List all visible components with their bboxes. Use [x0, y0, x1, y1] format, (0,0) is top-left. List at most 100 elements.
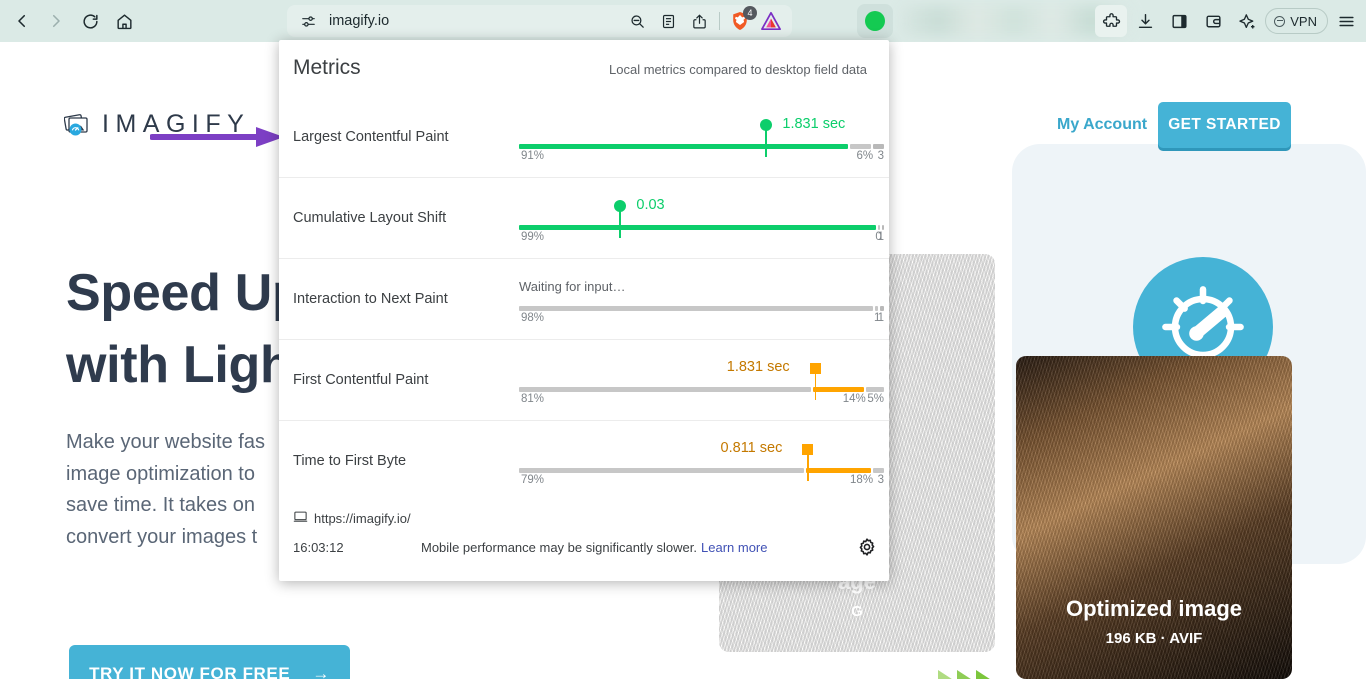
- original-image-meta: G: [851, 603, 863, 620]
- metric-track-segment: [519, 306, 873, 311]
- metric-distribution-chart: 79% 18% 3 0.811 sec: [519, 431, 889, 491]
- navigation-buttons: [0, 6, 336, 36]
- vpn-label: VPN: [1290, 13, 1317, 29]
- metric-percent-label: 91%: [521, 149, 545, 162]
- hamburger-menu-icon[interactable]: [1330, 5, 1362, 37]
- metric-marker-square: [802, 444, 814, 455]
- nav-item-my-account[interactable]: My Account: [1057, 116, 1147, 134]
- reader-mode-icon[interactable]: [653, 7, 683, 35]
- metric-percent-labels: 99% 0 1: [519, 231, 884, 245]
- transfer-arrows-icon: [936, 666, 998, 679]
- metric-value-text: 1.831 sec: [726, 359, 790, 375]
- optimized-image-card: Optimized image 196 KB · AVIF: [1016, 356, 1292, 679]
- metric-waiting-text: Waiting for input…: [519, 279, 626, 294]
- popup-footer: https://imagify.io/ 16:03:12 Mobile perf…: [279, 501, 889, 577]
- footer-url-text: https://imagify.io/: [314, 510, 411, 526]
- metric-label: Interaction to Next Paint: [293, 291, 448, 307]
- url-text[interactable]: imagify.io: [329, 13, 622, 29]
- metric-label: First Contentful Paint: [293, 372, 429, 388]
- metric-label: Time to First Byte: [293, 453, 407, 469]
- metrics-list: Largest Contentful Paint 91% 6% 3 1.831 sec C…: [279, 96, 889, 501]
- try-it-now-for-free-button[interactable]: TRY IT NOW FOR FREE →: [69, 645, 350, 679]
- learn-more-link[interactable]: Learn more: [701, 540, 767, 555]
- get-started-button[interactable]: GET STARTED: [1158, 102, 1291, 148]
- popup-header: Metrics Local metrics compared to deskto…: [279, 40, 889, 96]
- page-title: Speed Up with Light: [66, 264, 309, 394]
- optimized-image-title: Optimized image: [1065, 596, 1243, 621]
- metric-track-segment: [813, 387, 864, 392]
- metric-marker-stem: [807, 453, 809, 481]
- puzzle-piece-icon[interactable]: [1095, 5, 1128, 37]
- sidebar-panel-icon[interactable]: [1163, 5, 1195, 37]
- zoom-out-icon[interactable]: [622, 7, 652, 35]
- metric-value-text: 1.831 sec: [782, 115, 846, 132]
- metric-row: Time to First Byte 79% 18% 3 0.811 sec: [279, 420, 889, 501]
- screenshot-root: imagify.io 4 VPN age G Optimized image 1…: [0, 0, 1366, 679]
- metric-percent-label: 81%: [521, 393, 545, 405]
- popup-subtitle: Local metrics compared to desktop field …: [609, 62, 867, 77]
- footer-info-row: 16:03:12 Mobile performance may be signi…: [293, 540, 875, 555]
- footer-note: Mobile performance may be significantly …: [421, 540, 698, 555]
- lighthouse-triangle-icon[interactable]: [756, 7, 786, 35]
- metric-value-text: 0.811 sec: [720, 440, 783, 456]
- gear-icon[interactable]: [857, 537, 877, 562]
- wallet-icon[interactable]: [1197, 5, 1229, 37]
- metric-distribution-chart: 91% 6% 3 1.831 sec: [519, 107, 889, 167]
- metric-marker-dot: [614, 200, 627, 212]
- metric-marker-stem: [619, 210, 621, 238]
- metric-track-segment: [877, 225, 880, 230]
- metric-row: Largest Contentful Paint 91% 6% 3 1.831 sec: [279, 96, 889, 177]
- metric-marker-dot: [760, 118, 773, 131]
- metric-percent-label: 1: [877, 231, 884, 243]
- back-arrow-icon[interactable]: [6, 6, 38, 36]
- vpn-status-icon: [1274, 15, 1286, 27]
- metric-track-segment: [865, 387, 884, 392]
- metric-track-segment: [519, 387, 812, 392]
- reload-icon[interactable]: [74, 6, 106, 36]
- optimized-image-caption: Optimized image 196 KB · AVIF: [1016, 596, 1292, 647]
- metric-track-segment: [849, 143, 872, 149]
- vpn-toggle-button[interactable]: VPN: [1265, 8, 1328, 34]
- metric-track-segment: [519, 225, 876, 230]
- download-icon[interactable]: [1129, 5, 1161, 37]
- web-vitals-green-dot-icon[interactable]: [857, 4, 893, 38]
- metric-value-text: 0.03: [636, 197, 665, 213]
- metric-track-segment: [806, 468, 872, 473]
- footer-timestamp: 16:03:12: [293, 540, 344, 555]
- metric-track: [519, 143, 884, 149]
- share-icon[interactable]: [684, 7, 714, 35]
- leo-sparkle-icon[interactable]: [1231, 5, 1263, 37]
- metric-percent-label: 98%: [521, 312, 545, 324]
- metric-percent-label: 3: [877, 149, 884, 162]
- metric-label: Largest Contentful Paint: [293, 128, 449, 145]
- site-settings-sliders-icon[interactable]: [297, 10, 319, 32]
- forward-arrow-icon[interactable]: [40, 6, 72, 36]
- metric-percent-label: 14%: [842, 393, 866, 405]
- metric-percent-label: 3: [877, 474, 884, 486]
- metric-distribution-chart: 99% 0 1 0.03: [519, 188, 889, 248]
- metric-percent-label: 1: [877, 312, 884, 324]
- arrow-right-icon: →: [312, 664, 330, 679]
- metric-track: [519, 387, 884, 392]
- metric-percent-labels: 81% 14% 5%: [519, 393, 884, 407]
- metric-track-segment: [873, 468, 884, 473]
- metric-percent-label: 6%: [856, 149, 874, 162]
- metric-track-segment: [881, 225, 884, 230]
- shield-badge-count: 4: [743, 6, 757, 20]
- toolbar-divider: [719, 12, 720, 30]
- metric-percent-label: 18%: [850, 474, 874, 486]
- metric-row: Cumulative Layout Shift 99% 0 1 0.03: [279, 177, 889, 258]
- metric-marker-stem: [765, 128, 767, 157]
- url-bar-actions: 4: [622, 6, 786, 35]
- metric-track-segment: [873, 143, 884, 149]
- metric-percent-label: 5%: [867, 393, 884, 405]
- footer-url-row: https://imagify.io/: [293, 509, 875, 527]
- url-bar[interactable]: imagify.io 4: [287, 5, 792, 37]
- toolbar-right-icons: VPN: [1095, 4, 1362, 38]
- brave-shield-icon[interactable]: 4: [725, 6, 757, 35]
- metric-label: Cumulative Layout Shift: [293, 210, 447, 226]
- metric-percent-labels: 98% 1 1: [519, 312, 884, 326]
- metric-track-segment: [880, 306, 884, 311]
- metric-row: Interaction to Next Paint 98% 1 1 Waiting fo…: [279, 258, 889, 339]
- home-icon[interactable]: [108, 6, 140, 36]
